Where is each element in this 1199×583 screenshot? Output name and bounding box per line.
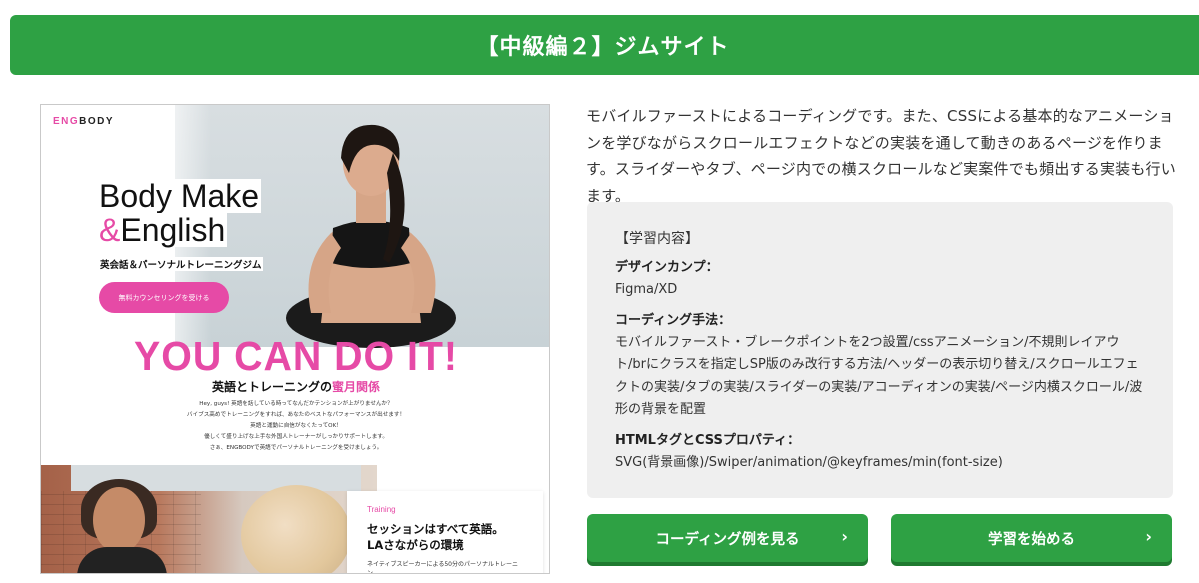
- course-title: 【中級編２】ジムサイト: [476, 35, 730, 60]
- coding-value: モバイルファースト・ブレークポイントを2つ設置/cssアニメーション/不規則レイ…: [615, 334, 1143, 418]
- start-learning-label: 学習を始める: [988, 531, 1075, 548]
- free-counseling-button: 無料カウンセリングを受ける: [99, 282, 229, 313]
- card-title-line-2: LAさながらの環境: [367, 538, 464, 552]
- start-learning-button[interactable]: 学習を始める ›: [891, 514, 1172, 562]
- intro-text: Hey, guys! 英語を話している時ってなんだかテンションが上がりませんか？…: [41, 399, 549, 454]
- intro-line: Hey, guys! 英語を話している時ってなんだかテンションが上がりませんか？: [199, 401, 393, 407]
- card-title: セッションはすべて英語。 LAさながらの環境: [367, 521, 523, 553]
- intro-line: 優しくて盛り上げな上手な外国人トレーナーがしっかりサポートします。: [204, 434, 388, 440]
- learning-content-box: 【学習内容】 デザインカンプ： Figma/XD コーディング手法： モバイルフ…: [587, 202, 1173, 498]
- learning-title: 【学習内容】: [615, 231, 699, 247]
- training-photo: [41, 465, 377, 573]
- hero-woman-image: [271, 113, 541, 349]
- card-tag: Training: [367, 505, 396, 514]
- section-subheading: 英語とトレーニングの蜜月関係: [41, 378, 549, 395]
- view-coding-example-label: コーディング例を見る: [655, 531, 800, 548]
- hero-line-1: Body Make: [97, 178, 262, 214]
- chevron-right-icon: ›: [841, 527, 848, 546]
- intro-line: さぁ、ENGBODYで英語でパーソナルトレーニングを受けましょう。: [209, 445, 383, 451]
- card-description: ネイティブスピーカーによる50分のパーソナルトレーニン: [367, 561, 518, 574]
- design-label: デザインカンプ：: [615, 260, 719, 275]
- view-coding-example-button[interactable]: コーディング例を見る ›: [587, 514, 868, 562]
- hero-line-2: English: [120, 212, 226, 248]
- card-title-line-1: セッションはすべて英語。: [367, 522, 504, 536]
- chevron-right-icon: ›: [1145, 527, 1152, 546]
- hero-subtitle: 英会話＆パーソナルトレーニングジム: [99, 257, 263, 271]
- intro-line: 英語と運動に自信がなくたってOK！: [250, 423, 342, 429]
- hero-line-2-wrap: &English: [97, 212, 228, 248]
- hero-amp: &: [99, 212, 121, 248]
- training-card: Training セッションはすべて英語。 LAさながらの環境 ネイティブスピー…: [347, 491, 543, 574]
- photo-person-face: [93, 487, 145, 553]
- catchphrase: YOU CAN DO IT!: [134, 333, 458, 379]
- subheading-main: 英語とトレーニングの: [211, 380, 332, 394]
- hero-title: Body Make &English: [97, 178, 262, 248]
- subheading-pink: 蜜月関係: [332, 380, 381, 394]
- engbody-logo: ENGBODY: [53, 116, 114, 127]
- coding-label: コーディング手法：: [615, 312, 732, 328]
- course-header: 【中級編２】ジムサイト: [10, 15, 1199, 75]
- html-css-label: HTMLタグとCSSプロパティ：: [615, 432, 801, 448]
- photo-person-body: [77, 547, 167, 573]
- intro-line: バイブス高めでトレーニングをすれば、あなたのベストなパフォーマンスが出せます！: [186, 412, 406, 418]
- photo-trainer-blur: [241, 485, 351, 573]
- html-css-value: SVG(背景画像)/Swiper/animation/@keyframes/mi…: [615, 454, 1003, 470]
- logo-suffix: BODY: [79, 116, 115, 127]
- design-value: Figma/XD: [615, 282, 678, 297]
- site-preview-image: ENGBODY Body Make &English 英会話＆パーソナルトレーニ…: [40, 104, 550, 574]
- logo-prefix: ENG: [53, 116, 80, 127]
- course-description: モバイルファーストによるコーディングです。また、CSSによる基本的なアニメーショ…: [586, 107, 1176, 205]
